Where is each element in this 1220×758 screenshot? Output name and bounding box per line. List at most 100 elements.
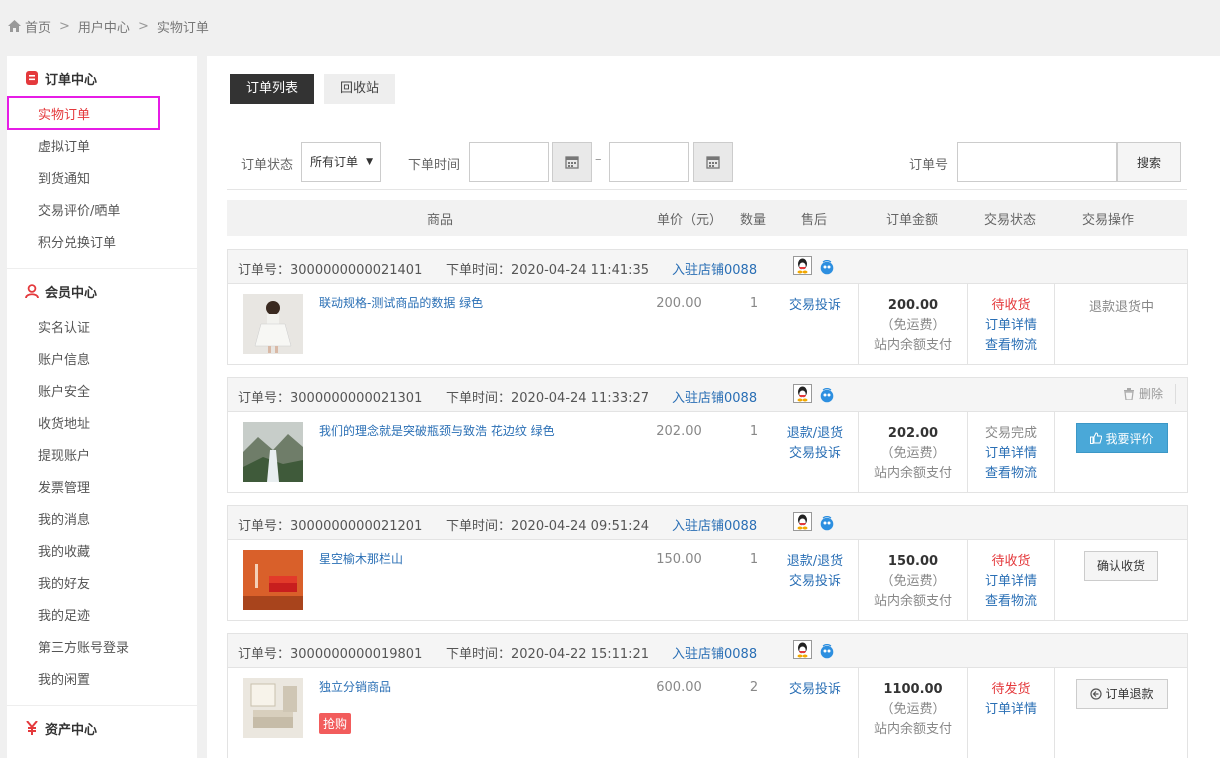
order-detail-link[interactable]: 订单详情 xyxy=(968,700,1054,720)
sidebar-item-account-info[interactable]: 账户信息 xyxy=(7,345,197,377)
complaint-link[interactable]: 交易投诉 xyxy=(780,444,850,464)
unit-price: 600.00 xyxy=(656,680,702,695)
shop-link[interactable]: 入驻店铺0088 xyxy=(672,259,757,278)
refund-link[interactable]: 退款/退货 xyxy=(780,424,850,444)
wangwang-icon[interactable] xyxy=(820,644,834,659)
unit-price: 200.00 xyxy=(656,296,702,311)
shop-link[interactable]: 入驻店铺0088 xyxy=(672,643,757,662)
wangwang-icon[interactable] xyxy=(820,388,834,403)
tabs: 订单列表 回收站 xyxy=(230,74,405,104)
product-name[interactable]: 我们的理念就是突破瓶颈与致浩 花边纹 绿色 xyxy=(319,422,555,439)
product-image[interactable] xyxy=(243,550,303,610)
amount-value: 202.00 xyxy=(887,426,939,441)
shipping-note: （免运费） xyxy=(880,574,946,589)
complaint-link[interactable]: 交易投诉 xyxy=(780,572,850,592)
payment-method: 站内余额支付 xyxy=(873,594,952,609)
shop-link[interactable]: 入驻店铺0088 xyxy=(672,387,757,406)
breadcrumb-separator: > xyxy=(59,18,70,34)
end-date-input[interactable] xyxy=(609,142,689,182)
quantity: 1 xyxy=(749,552,759,567)
sidebar-item-points-orders[interactable]: 积分兑换订单 xyxy=(7,228,197,260)
logistics-link[interactable]: 查看物流 xyxy=(968,592,1054,612)
order-detail-link[interactable]: 订单详情 xyxy=(968,316,1054,336)
delete-button[interactable]: 删除 xyxy=(1123,385,1163,402)
sidebar-item-friends[interactable]: 我的好友 xyxy=(7,569,197,601)
qq-icon[interactable] xyxy=(793,512,812,531)
calendar-icon[interactable] xyxy=(693,142,733,182)
trade-ops: 订单退款 xyxy=(1054,668,1188,758)
logistics-link[interactable]: 查看物流 xyxy=(968,336,1054,356)
product-name[interactable]: 独立分销商品 xyxy=(319,678,391,695)
main-panel: 订单列表 回收站 订单状态 所有订单 ▼ 下单时间 – 订单号 搜索 商品 单价… xyxy=(207,56,1220,758)
order-number-label: 订单号 xyxy=(909,158,949,173)
sidebar-item-third-party-login[interactable]: 第三方账号登录 xyxy=(7,633,197,665)
logistics-link[interactable]: 查看物流 xyxy=(968,464,1054,484)
filter-bar: 订单状态 所有订单 ▼ 下单时间 – 订单号 搜索 xyxy=(227,142,1187,190)
sidebar-group-member: 会员中心 实名认证 账户信息 账户安全 收货地址 提现账户 发票管理 我的消息 … xyxy=(7,269,197,706)
order-detail-link[interactable]: 订单详情 xyxy=(968,444,1054,464)
order-amount: 202.00 （免运费） 站内余额支付 xyxy=(858,412,968,492)
calendar-icon[interactable] xyxy=(552,142,592,182)
sidebar: 订单中心 实物订单 虚拟订单 到货通知 交易评价/晒单 积分兑换订单 会员中心 … xyxy=(7,56,197,758)
order-body: 独立分销商品 抢购 600.00 2 交易投诉 1100.00 （免运费） 站内… xyxy=(228,668,1187,758)
sidebar-item-idle[interactable]: 我的闲置 xyxy=(7,665,197,697)
breadcrumb-user-center[interactable]: 用户中心 xyxy=(78,17,130,36)
product-image[interactable] xyxy=(243,294,303,354)
qq-icon[interactable] xyxy=(793,256,812,275)
sidebar-item-footprints[interactable]: 我的足迹 xyxy=(7,601,197,633)
review-button[interactable]: 我要评价 xyxy=(1076,423,1168,453)
trade-status: 待发货 订单详情 xyxy=(968,680,1054,720)
order-body: 星空榆木那栏山 150.00 1 退款/退货 交易投诉 150.00 （免运费）… xyxy=(228,540,1187,620)
product-name[interactable]: 星空榆木那栏山 xyxy=(319,550,403,567)
wangwang-icon[interactable] xyxy=(820,516,834,531)
user-icon xyxy=(25,284,39,298)
qq-icon[interactable] xyxy=(793,640,812,659)
order-body: 联动规格-测试商品的数据 绿色 200.00 1 交易投诉 200.00 （免运… xyxy=(228,284,1187,364)
confirm-receipt-button[interactable]: 确认收货 xyxy=(1084,551,1158,581)
col-amount: 订单金额 xyxy=(886,213,939,228)
status-select[interactable]: 所有订单 ▼ xyxy=(301,142,381,182)
wangwang-icon[interactable] xyxy=(820,260,834,275)
sidebar-item-favorites[interactable]: 我的收藏 xyxy=(7,537,197,569)
order-detail-link[interactable]: 订单详情 xyxy=(968,572,1054,592)
order-time: 下单时间：2020-04-24 11:33:27 xyxy=(446,391,650,406)
tab-order-list[interactable]: 订单列表 xyxy=(230,74,315,104)
sidebar-item-address[interactable]: 收货地址 xyxy=(7,409,197,441)
sidebar-item-invoice[interactable]: 发票管理 xyxy=(7,473,197,505)
order-header: 订单号：3000000000021401 下单时间：2020-04-24 11:… xyxy=(228,250,1187,284)
sidebar-item-reviews[interactable]: 交易评价/晒单 xyxy=(7,196,197,228)
sidebar-item-account-security[interactable]: 账户安全 xyxy=(7,377,197,409)
order-number: 订单号：3000000000021301 xyxy=(238,391,423,406)
product-name[interactable]: 联动规格-测试商品的数据 绿色 xyxy=(319,294,483,311)
order-refund-button[interactable]: 订单退款 xyxy=(1076,679,1168,709)
product-image[interactable] xyxy=(243,678,303,738)
order-card: 订单号：3000000000019801 下单时间：2020-04-22 15:… xyxy=(227,633,1188,758)
time-label: 下单时间 xyxy=(408,158,461,173)
qq-icon[interactable] xyxy=(793,384,812,403)
sidebar-item-messages[interactable]: 我的消息 xyxy=(7,505,197,537)
sidebar-item-virtual-orders[interactable]: 虚拟订单 xyxy=(7,132,197,164)
sidebar-item-realname[interactable]: 实名认证 xyxy=(7,313,197,345)
col-goods: 商品 xyxy=(427,213,454,228)
col-price: 单价（元） xyxy=(657,213,723,228)
yen-icon xyxy=(26,721,38,735)
tab-recycle-bin[interactable]: 回收站 xyxy=(324,74,396,104)
breadcrumb-home[interactable]: 首页 xyxy=(25,17,51,36)
quantity: 2 xyxy=(749,680,759,695)
breadcrumb-separator: > xyxy=(137,18,149,34)
after-sales: 交易投诉 xyxy=(780,680,850,700)
shop-link[interactable]: 入驻店铺0088 xyxy=(672,515,757,534)
shipping-note: （免运费） xyxy=(880,702,946,717)
start-date-input[interactable] xyxy=(469,142,549,182)
order-number-input[interactable] xyxy=(957,142,1117,182)
complaint-link[interactable]: 交易投诉 xyxy=(780,680,850,700)
sidebar-item-physical-orders[interactable]: 实物订单 xyxy=(7,100,197,132)
refund-link[interactable]: 退款/退货 xyxy=(780,552,850,572)
status-text: 交易完成 xyxy=(984,426,1037,441)
product-image[interactable] xyxy=(243,422,303,482)
order-amount: 150.00 （免运费） 站内余额支付 xyxy=(858,540,968,620)
search-button[interactable]: 搜索 xyxy=(1117,142,1181,182)
sidebar-item-arrival-notice[interactable]: 到货通知 xyxy=(7,164,197,196)
complaint-link[interactable]: 交易投诉 xyxy=(780,296,850,316)
sidebar-item-withdraw-account[interactable]: 提现账户 xyxy=(7,441,197,473)
